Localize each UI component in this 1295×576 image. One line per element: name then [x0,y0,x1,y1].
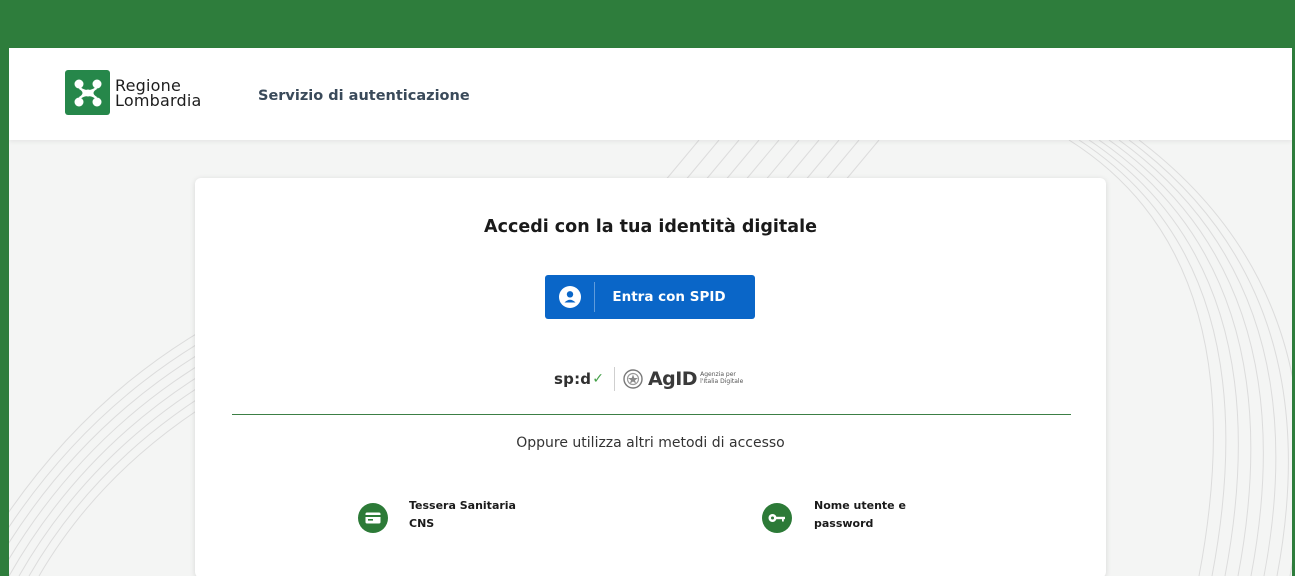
logo-line-2: Lombardia [115,90,202,110]
cns-login-option[interactable]: Tessera Sanitaria CNS [358,499,516,533]
spid-logo: sp:d [554,370,592,388]
password-login-option[interactable]: Nome utente e password [762,499,906,533]
cns-label-line-1: Tessera Sanitaria [409,499,516,512]
password-option-label: Nome utente e password [814,497,906,533]
card-icon [358,503,388,533]
brand-separator [613,367,615,391]
rosa-camuna-icon [65,70,110,115]
spid-user-icon [545,282,595,312]
cns-label-line-2: CNS [409,517,435,530]
card-title: Accedi con la tua identità digitale [484,217,817,237]
italian-emblem-icon [623,369,643,389]
password-label-line-1: Nome utente e [814,499,906,512]
agid-subtitle-line-1: Agenzia per [700,371,736,378]
agid-subtitle-line-2: l'Italia Digitale [700,378,744,385]
password-label-line-2: password [814,517,874,530]
divider [232,414,1071,415]
service-title: Servizio di autenticazione [258,88,470,104]
brand-logos: sp:d ✓ AgID Agenzia per l'Italia Digital… [554,366,743,392]
login-card: Accedi con la tua identità digitale Entr… [195,178,1106,576]
alternative-methods-text: Oppure utilizza altri metodi di accesso [516,435,785,451]
spid-login-button[interactable]: Entra con SPID [545,275,755,319]
header: Regione Lombardia Servizio di autenticaz… [9,48,1292,140]
regione-lombardia-logo[interactable]: Regione Lombardia [65,70,201,115]
spid-check-icon: ✓ [592,371,604,387]
top-bar [9,0,1292,48]
main-area: Accedi con la tua identità digitale Entr… [9,140,1292,576]
page-frame: Regione Lombardia Servizio di autenticaz… [0,0,1295,576]
agid-logo: AgID [647,368,698,390]
key-icon [762,503,792,533]
logo-text: Regione Lombardia [115,77,202,110]
spid-button-label: Entra con SPID [612,289,726,305]
agid-subtitle: Agenzia per l'Italia Digitale [700,371,743,385]
cns-option-label: Tessera Sanitaria CNS [409,497,516,533]
